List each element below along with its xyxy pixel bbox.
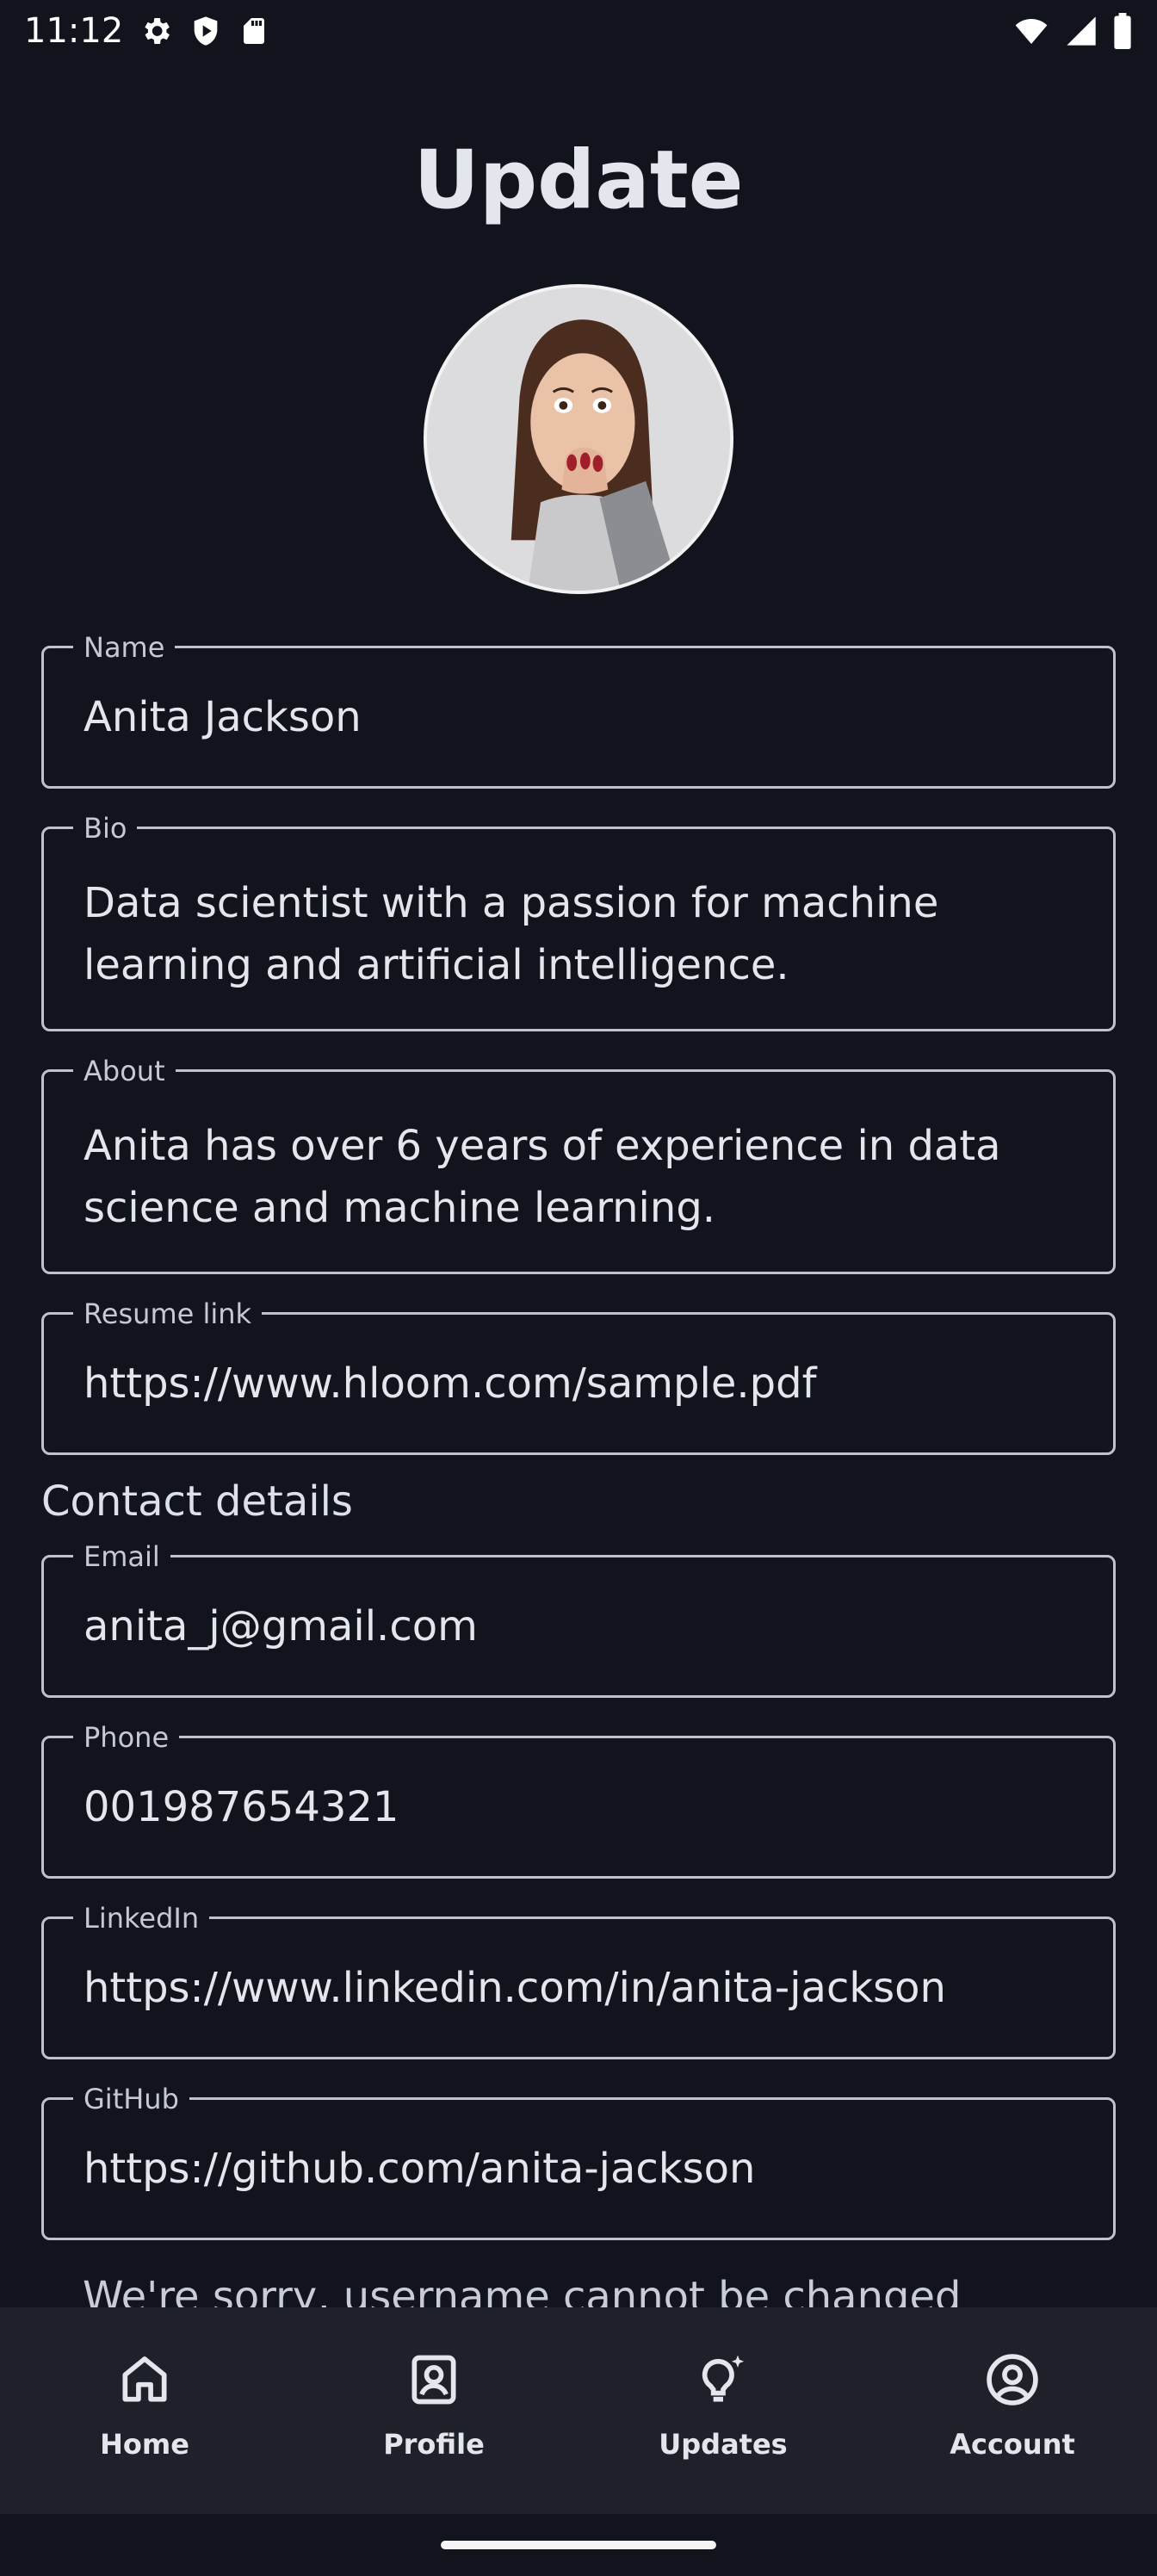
resume-link-field[interactable]: Resume link https://www.hloom.com/sample… (41, 1297, 1116, 1455)
gesture-bar[interactable] (441, 2541, 716, 2549)
nav-home[interactable]: Home (0, 2307, 289, 2514)
resume-link-value[interactable]: https://www.hloom.com/sample.pdf (84, 1353, 1079, 1415)
updates-icon (694, 2350, 752, 2409)
nav-profile[interactable]: Profile (289, 2307, 578, 2514)
status-left: 11:12 (24, 11, 269, 51)
nav-profile-label: Profile (383, 2428, 485, 2461)
nav-updates[interactable]: Updates (578, 2307, 868, 2514)
github-field[interactable]: GitHub https://github.com/anita-jackson (41, 2083, 1116, 2240)
about-field[interactable]: About Anita has over 6 years of experien… (41, 1055, 1116, 1274)
status-right (1012, 13, 1133, 49)
name-value[interactable]: Anita Jackson (84, 686, 1079, 748)
bio-value[interactable]: Data scientist with a passion for machin… (84, 872, 1079, 996)
resume-link-label: Resume link (73, 1297, 263, 1330)
github-label: GitHub (73, 2083, 189, 2115)
signal-icon (1064, 14, 1098, 48)
nav-account[interactable]: Account (868, 2307, 1157, 2514)
linkedin-label: LinkedIn (73, 1902, 210, 1935)
phone-label: Phone (73, 1721, 180, 1754)
profile-icon (405, 2350, 463, 2409)
linkedin-value[interactable]: https://www.linkedin.com/in/anita-jackso… (84, 1957, 1079, 2019)
page-title: Update (413, 133, 744, 227)
nav-home-label: Home (100, 2428, 189, 2461)
avatar[interactable] (424, 284, 733, 594)
name-field[interactable]: Name Anita Jackson (41, 631, 1116, 789)
sd-card-icon (238, 14, 269, 48)
linkedin-field[interactable]: LinkedIn https://www.linkedin.com/in/ani… (41, 1902, 1116, 2059)
email-field[interactable]: Email anita_j@gmail.com (41, 1540, 1116, 1698)
name-label: Name (73, 631, 176, 664)
battery-icon (1112, 13, 1133, 49)
nav-updates-label: Updates (659, 2428, 788, 2461)
bio-field[interactable]: Bio Data scientist with a passion for ma… (41, 812, 1116, 1031)
profile-photo (427, 288, 730, 591)
account-icon (983, 2350, 1042, 2409)
bottom-navigation: Home Profile Updates Account (0, 2307, 1157, 2514)
phone-field[interactable]: Phone 001987654321 (41, 1721, 1116, 1879)
bio-label: Bio (73, 812, 138, 845)
phone-value[interactable]: 001987654321 (84, 1776, 1079, 1838)
contact-details-heading: Contact details (41, 1477, 353, 1526)
github-value[interactable]: https://github.com/anita-jackson (84, 2138, 1079, 2200)
status-bar: 11:12 (0, 0, 1157, 62)
home-icon (115, 2350, 174, 2409)
email-value[interactable]: anita_j@gmail.com (84, 1595, 1079, 1657)
email-label: Email (73, 1540, 170, 1573)
about-label: About (73, 1055, 176, 1087)
status-time: 11:12 (24, 11, 124, 51)
settings-icon (139, 14, 173, 48)
shield-icon (189, 14, 223, 48)
wifi-icon (1012, 14, 1050, 48)
about-value[interactable]: Anita has over 6 years of experience in … (84, 1115, 1079, 1239)
nav-account-label: Account (950, 2428, 1075, 2461)
